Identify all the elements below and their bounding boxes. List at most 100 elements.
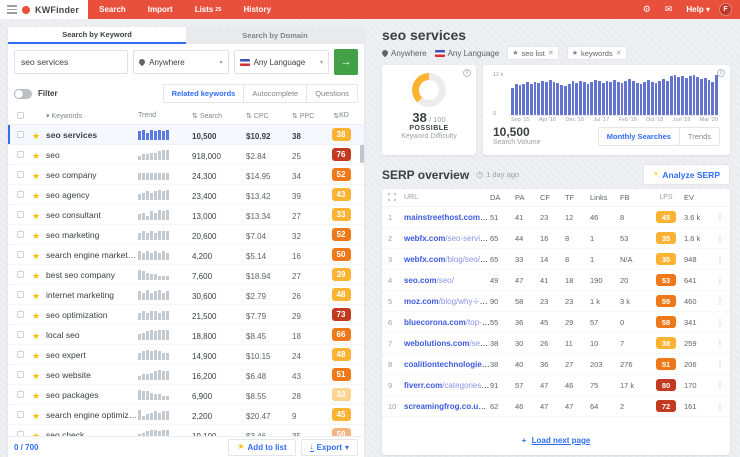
keyword-row[interactable]: ★ seo 918,000 $2.84 25 76 (8, 145, 364, 165)
filter-toggle[interactable] (14, 89, 32, 99)
kd-badge[interactable]: 48 (332, 348, 351, 361)
col-lps[interactable]: LPS (648, 194, 684, 201)
serp-row[interactable]: 8 coalitiontechnologies.com/seo-searc… 3… (382, 354, 730, 375)
col-cpc[interactable]: ⇅ CPC (246, 112, 292, 120)
favorite-star-icon[interactable]: ★ (32, 151, 40, 161)
kd-badge[interactable]: 50 (332, 248, 351, 261)
tag-seo-list[interactable]: ★seo list✕ (507, 46, 559, 60)
row-checkbox[interactable] (17, 271, 24, 278)
favorite-star-icon[interactable]: ★ (32, 131, 40, 141)
row-checkbox[interactable] (17, 411, 24, 418)
col-ev[interactable]: EV (684, 193, 714, 202)
row-checkbox[interactable] (17, 131, 24, 138)
favorite-star-icon[interactable]: ★ (32, 351, 40, 361)
kd-badge[interactable]: 51 (332, 368, 351, 381)
kebab-menu-icon[interactable]: ⋮ (714, 255, 724, 264)
export-button[interactable]: ↓Export ▾ (301, 439, 358, 456)
keyword-row[interactable]: ★ seo services 10,500 $10.92 38 38 (8, 125, 364, 145)
kd-badge[interactable]: 38 (332, 128, 351, 141)
row-checkbox[interactable] (17, 171, 24, 178)
tag-keywords[interactable]: ★keywords✕ (567, 46, 627, 60)
expand-icon[interactable] (388, 193, 404, 203)
keyword-row[interactable]: ★ seo consultant 13,000 $13.34 27 33 (8, 205, 364, 225)
serp-url-link[interactable]: bluecorona.com/top-seo-company/ (404, 318, 490, 327)
row-checkbox[interactable] (17, 311, 24, 318)
trends-button[interactable]: Trends (679, 128, 719, 145)
hamburger-menu-icon[interactable] (7, 5, 17, 14)
kebab-menu-icon[interactable]: ⋮ (714, 213, 724, 222)
col-search[interactable]: ⇅ Search (192, 112, 246, 120)
kd-badge[interactable]: 52 (332, 228, 351, 241)
keyword-row[interactable]: ★ seo check 19,100 $3.46 35 59 (8, 425, 364, 436)
keyword-row[interactable]: ★ seo expert 14,900 $10.15 24 48 (8, 345, 364, 365)
row-checkbox[interactable] (17, 351, 24, 358)
keyword-text[interactable]: seo agency (46, 190, 138, 200)
serp-row[interactable]: 4 seo.com/seo/ 49 47 41 18 190 20 53 641… (382, 270, 730, 291)
kd-badge[interactable]: 66 (332, 328, 351, 341)
favorite-star-icon[interactable]: ★ (32, 231, 40, 241)
keyword-text[interactable]: seo (46, 150, 138, 160)
keyword-search-input[interactable] (14, 50, 128, 74)
serp-row[interactable]: 3 webfx.com/blog/seo/what-are-seo-s… 65 … (382, 249, 730, 270)
kd-badge[interactable]: 76 (332, 148, 351, 161)
keyword-text[interactable]: seo services (46, 130, 138, 140)
tab-search-by-keyword[interactable]: Search by Keyword (8, 27, 186, 44)
language-select[interactable]: Any Language ▾ (234, 50, 329, 74)
col-keywords[interactable]: ▾ Keywords (46, 112, 138, 120)
select-all-checkbox[interactable] (17, 112, 24, 119)
serp-row[interactable]: 1 mainstreethost.com/seo-services/ 51 41… (382, 207, 730, 228)
serp-url-link[interactable]: webolutions.com/seo-services/ (404, 339, 490, 348)
nav-item-lists[interactable]: Lists25 (184, 0, 233, 19)
keyword-text[interactable]: seo website (46, 370, 138, 380)
serp-url-link[interactable]: webfx.com/seo-services.html (404, 234, 490, 243)
monthly-searches-button[interactable]: Monthly Searches (599, 128, 679, 145)
col-fb[interactable]: FB (620, 193, 648, 202)
row-checkbox[interactable] (17, 211, 24, 218)
keyword-text[interactable]: best seo company (46, 270, 138, 280)
col-kd[interactable]: ⇅ KD (322, 112, 360, 120)
add-to-list-button[interactable]: ★Add to list (228, 439, 295, 456)
keyword-text[interactable]: seo optimization (46, 310, 138, 320)
col-cf[interactable]: CF (540, 193, 565, 202)
keyword-text[interactable]: search engine optimization company (46, 410, 138, 420)
kd-badge[interactable]: 33 (332, 208, 351, 221)
keyword-text[interactable]: local seo (46, 330, 138, 340)
tab-search-by-domain[interactable]: Search by Domain (186, 27, 364, 44)
keyword-text[interactable]: seo check (46, 430, 138, 437)
col-tf[interactable]: TF (565, 193, 590, 202)
load-next-page-button[interactable]: + Load next page (382, 427, 730, 455)
tab-related-keywords[interactable]: Related keywords (164, 85, 244, 102)
keyword-text[interactable]: internet marketing (46, 290, 138, 300)
keyword-row[interactable]: ★ seo agency 23,400 $13.42 39 43 (8, 185, 364, 205)
favorite-star-icon[interactable]: ★ (32, 411, 40, 421)
keyword-text[interactable]: seo expert (46, 350, 138, 360)
settings-gear-icon[interactable]: ⚙ (638, 4, 656, 15)
remove-tag-icon[interactable]: ✕ (548, 49, 554, 57)
kebab-menu-icon[interactable]: ⋮ (714, 381, 724, 390)
keyword-text[interactable]: search engine marketing (46, 250, 138, 260)
col-ppc[interactable]: ⇅ PPC (292, 112, 322, 120)
serp-url-link[interactable]: mainstreethost.com/seo-services/ (404, 213, 490, 222)
favorite-star-icon[interactable]: ★ (32, 211, 40, 221)
kebab-menu-icon[interactable]: ⋮ (714, 318, 724, 327)
kd-badge[interactable]: 45 (332, 408, 351, 421)
kd-badge[interactable]: 59 (332, 428, 351, 436)
kebab-menu-icon[interactable]: ⋮ (714, 297, 724, 306)
row-checkbox[interactable] (17, 231, 24, 238)
col-da[interactable]: DA (490, 193, 515, 202)
nav-item-import[interactable]: Import (137, 0, 184, 19)
serp-row[interactable]: 9 fiverr.com/categories/online-marketi… … (382, 375, 730, 396)
info-icon[interactable]: i (463, 69, 471, 77)
favorite-star-icon[interactable]: ★ (32, 251, 40, 261)
kebab-menu-icon[interactable]: ⋮ (714, 276, 724, 285)
serp-url-link[interactable]: screamingfrog.co.uk/search-engine-… (404, 402, 490, 411)
favorite-star-icon[interactable]: ★ (32, 191, 40, 201)
serp-row[interactable]: 6 bluecorona.com/top-seo-company/ 55 36 … (382, 312, 730, 333)
serp-url-link[interactable]: fiverr.com/categories/online-marketi… (404, 381, 490, 390)
keyword-row[interactable]: ★ seo packages 6,900 $8.55 28 33 (8, 385, 364, 405)
row-checkbox[interactable] (17, 151, 24, 158)
serp-url-link[interactable]: moz.com/blog/why-i-stopped-selling-… (404, 297, 490, 306)
analyze-serp-button[interactable]: ⚡Analyze SERP (643, 164, 730, 185)
col-links[interactable]: Links (590, 193, 620, 202)
serp-url-link[interactable]: webfx.com/blog/seo/what-are-seo-s… (404, 255, 490, 264)
